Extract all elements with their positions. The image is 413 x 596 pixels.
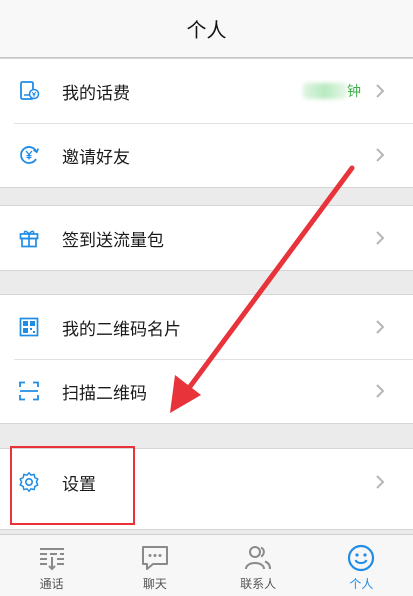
blurred-balance	[303, 83, 347, 99]
traffic-group: 签到送流量包	[0, 205, 413, 271]
tab-chat-label: 聊天	[142, 577, 167, 591]
bottom-tab-bar: 通话 聊天 联系人 个人	[0, 534, 413, 596]
sign-in-traffic-label: 签到送流量包	[62, 230, 164, 251]
tab-calls-label: 通话	[39, 577, 64, 591]
tab-contacts[interactable]: 联系人	[207, 535, 310, 596]
settings-group: 设置	[0, 448, 413, 530]
my-bill-item[interactable]: 我的话费 钟	[0, 59, 413, 123]
invite-friends-label: 邀请好友	[62, 147, 130, 168]
my-qr-card-label: 我的二维码名片	[62, 319, 181, 340]
chevron-right-icon	[376, 84, 385, 98]
chat-bubble-icon	[141, 546, 168, 570]
tab-profile[interactable]: 个人	[310, 535, 413, 596]
gear-icon	[18, 471, 40, 493]
account-group: 我的话费 钟 邀请好友	[0, 58, 413, 188]
tab-profile-label: 个人	[349, 577, 374, 591]
my-qr-card-item[interactable]: 我的二维码名片	[0, 295, 413, 359]
contacts-icon	[245, 546, 272, 570]
page-title: 个人	[186, 18, 227, 42]
scan-icon	[18, 380, 40, 402]
call-log-icon	[39, 548, 64, 571]
smiley-face-icon	[348, 544, 375, 572]
bill-value: 钟	[347, 84, 361, 100]
chevron-right-icon	[376, 475, 385, 489]
sign-in-traffic-item[interactable]: 签到送流量包	[0, 206, 413, 270]
gift-icon	[18, 227, 40, 249]
chevron-right-icon	[376, 231, 385, 245]
settings-label: 设置	[62, 474, 96, 495]
chevron-right-icon	[376, 384, 385, 398]
qr-code-icon	[18, 316, 40, 338]
scan-qr-label: 扫描二维码	[62, 383, 147, 404]
tab-calls[interactable]: 通话	[0, 535, 103, 596]
invite-icon	[18, 144, 40, 166]
scan-qr-item[interactable]: 扫描二维码	[0, 359, 413, 423]
chevron-right-icon	[376, 148, 385, 162]
tab-contacts-label: 联系人	[240, 577, 277, 591]
invite-friends-item[interactable]: 邀请好友	[0, 123, 413, 187]
chevron-right-icon	[376, 320, 385, 334]
my-bill-label: 我的话费	[62, 83, 130, 104]
qr-group: 我的二维码名片 扫描二维码	[0, 294, 413, 424]
tab-chat[interactable]: 聊天	[103, 535, 206, 596]
settings-item[interactable]: 设置	[0, 449, 413, 515]
phone-bill-icon	[18, 80, 40, 102]
page-header: 个人	[0, 0, 413, 58]
